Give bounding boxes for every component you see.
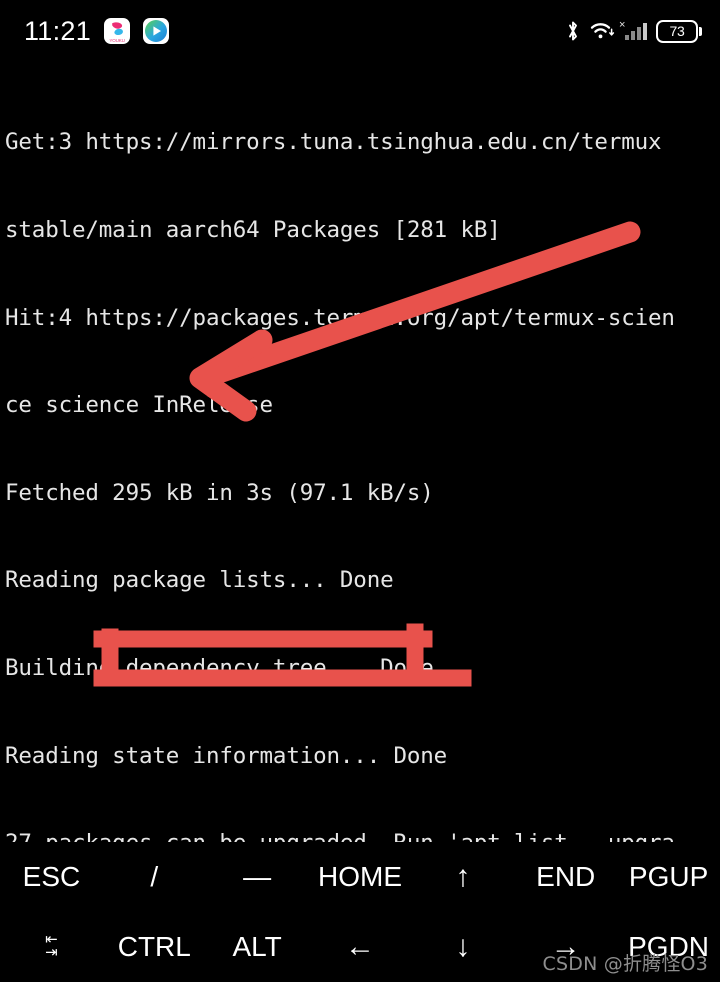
- youku-app-icon: YOUKU: [104, 18, 131, 44]
- battery-level-text: 73: [669, 23, 685, 39]
- extra-keys-row-1: ESC / — HOME ↑ END PGUP: [0, 842, 720, 912]
- wifi-icon: [590, 23, 615, 39]
- terminal-line: Building dependency tree... Done: [5, 654, 434, 681]
- tab-icon-lower: ⇥: [45, 942, 58, 961]
- key-alt[interactable]: ALT: [206, 933, 309, 961]
- key-dash[interactable]: —: [206, 863, 309, 891]
- video-play-app-icon: [143, 18, 170, 44]
- key-arrow-left[interactable]: ←: [309, 932, 412, 962]
- key-arrow-down[interactable]: ↓: [411, 932, 514, 962]
- youku-glyph-icon: [112, 22, 123, 36]
- csdn-watermark: CSDN @折腾怪O3: [542, 953, 708, 975]
- tab-icon: ⇤ ⇥: [38, 931, 64, 961]
- key-home[interactable]: HOME: [309, 863, 412, 891]
- bluetooth-icon: [569, 21, 577, 41]
- cellular-signal-no-sim-icon: ×: [619, 19, 647, 40]
- terminal-line: Fetched 295 kB in 3s (97.1 kB/s): [5, 479, 434, 506]
- extra-keys-toolbar: ESC / — HOME ↑ END PGUP ⇤ ⇥ CTRL ALT ← ↓…: [0, 842, 720, 982]
- terminal-line: ce science InRelease: [5, 392, 273, 419]
- key-tab[interactable]: ⇤ ⇥: [0, 931, 103, 962]
- terminal-line: Get:3 https://mirrors.tuna.tsinghua.edu.…: [5, 129, 662, 156]
- battery-icon: 73: [656, 19, 702, 43]
- key-ctrl[interactable]: CTRL: [103, 933, 206, 961]
- terminal-line: Hit:4 https://packages.termux.org/apt/te…: [5, 304, 675, 331]
- key-end[interactable]: END: [514, 863, 617, 891]
- key-pgup[interactable]: PGUP: [617, 863, 720, 891]
- signal-x-mark: ×: [619, 18, 626, 31]
- status-bar-left: 11:21 YOUKU: [24, 15, 170, 47]
- play-circle-icon: [145, 20, 168, 42]
- terminal-output[interactable]: Get:3 https://mirrors.tuna.tsinghua.edu.…: [0, 62, 720, 943]
- status-bar-right: × 73: [565, 19, 702, 43]
- status-clock: 11:21: [24, 15, 92, 46]
- phone-screen: 11:21 YOUKU × 73 Get:3 https://mirrors.t…: [0, 0, 720, 982]
- youku-wordmark: YOUKU: [109, 38, 125, 43]
- key-arrow-up[interactable]: ↑: [411, 862, 514, 892]
- status-bar: 11:21 YOUKU × 73: [0, 0, 720, 62]
- terminal-line: Reading state information... Done: [5, 742, 448, 769]
- key-slash[interactable]: /: [103, 863, 206, 891]
- terminal-line: Reading package lists... Done: [5, 567, 394, 594]
- key-esc[interactable]: ESC: [0, 863, 103, 891]
- terminal-line: stable/main aarch64 Packages [281 kB]: [5, 217, 501, 243]
